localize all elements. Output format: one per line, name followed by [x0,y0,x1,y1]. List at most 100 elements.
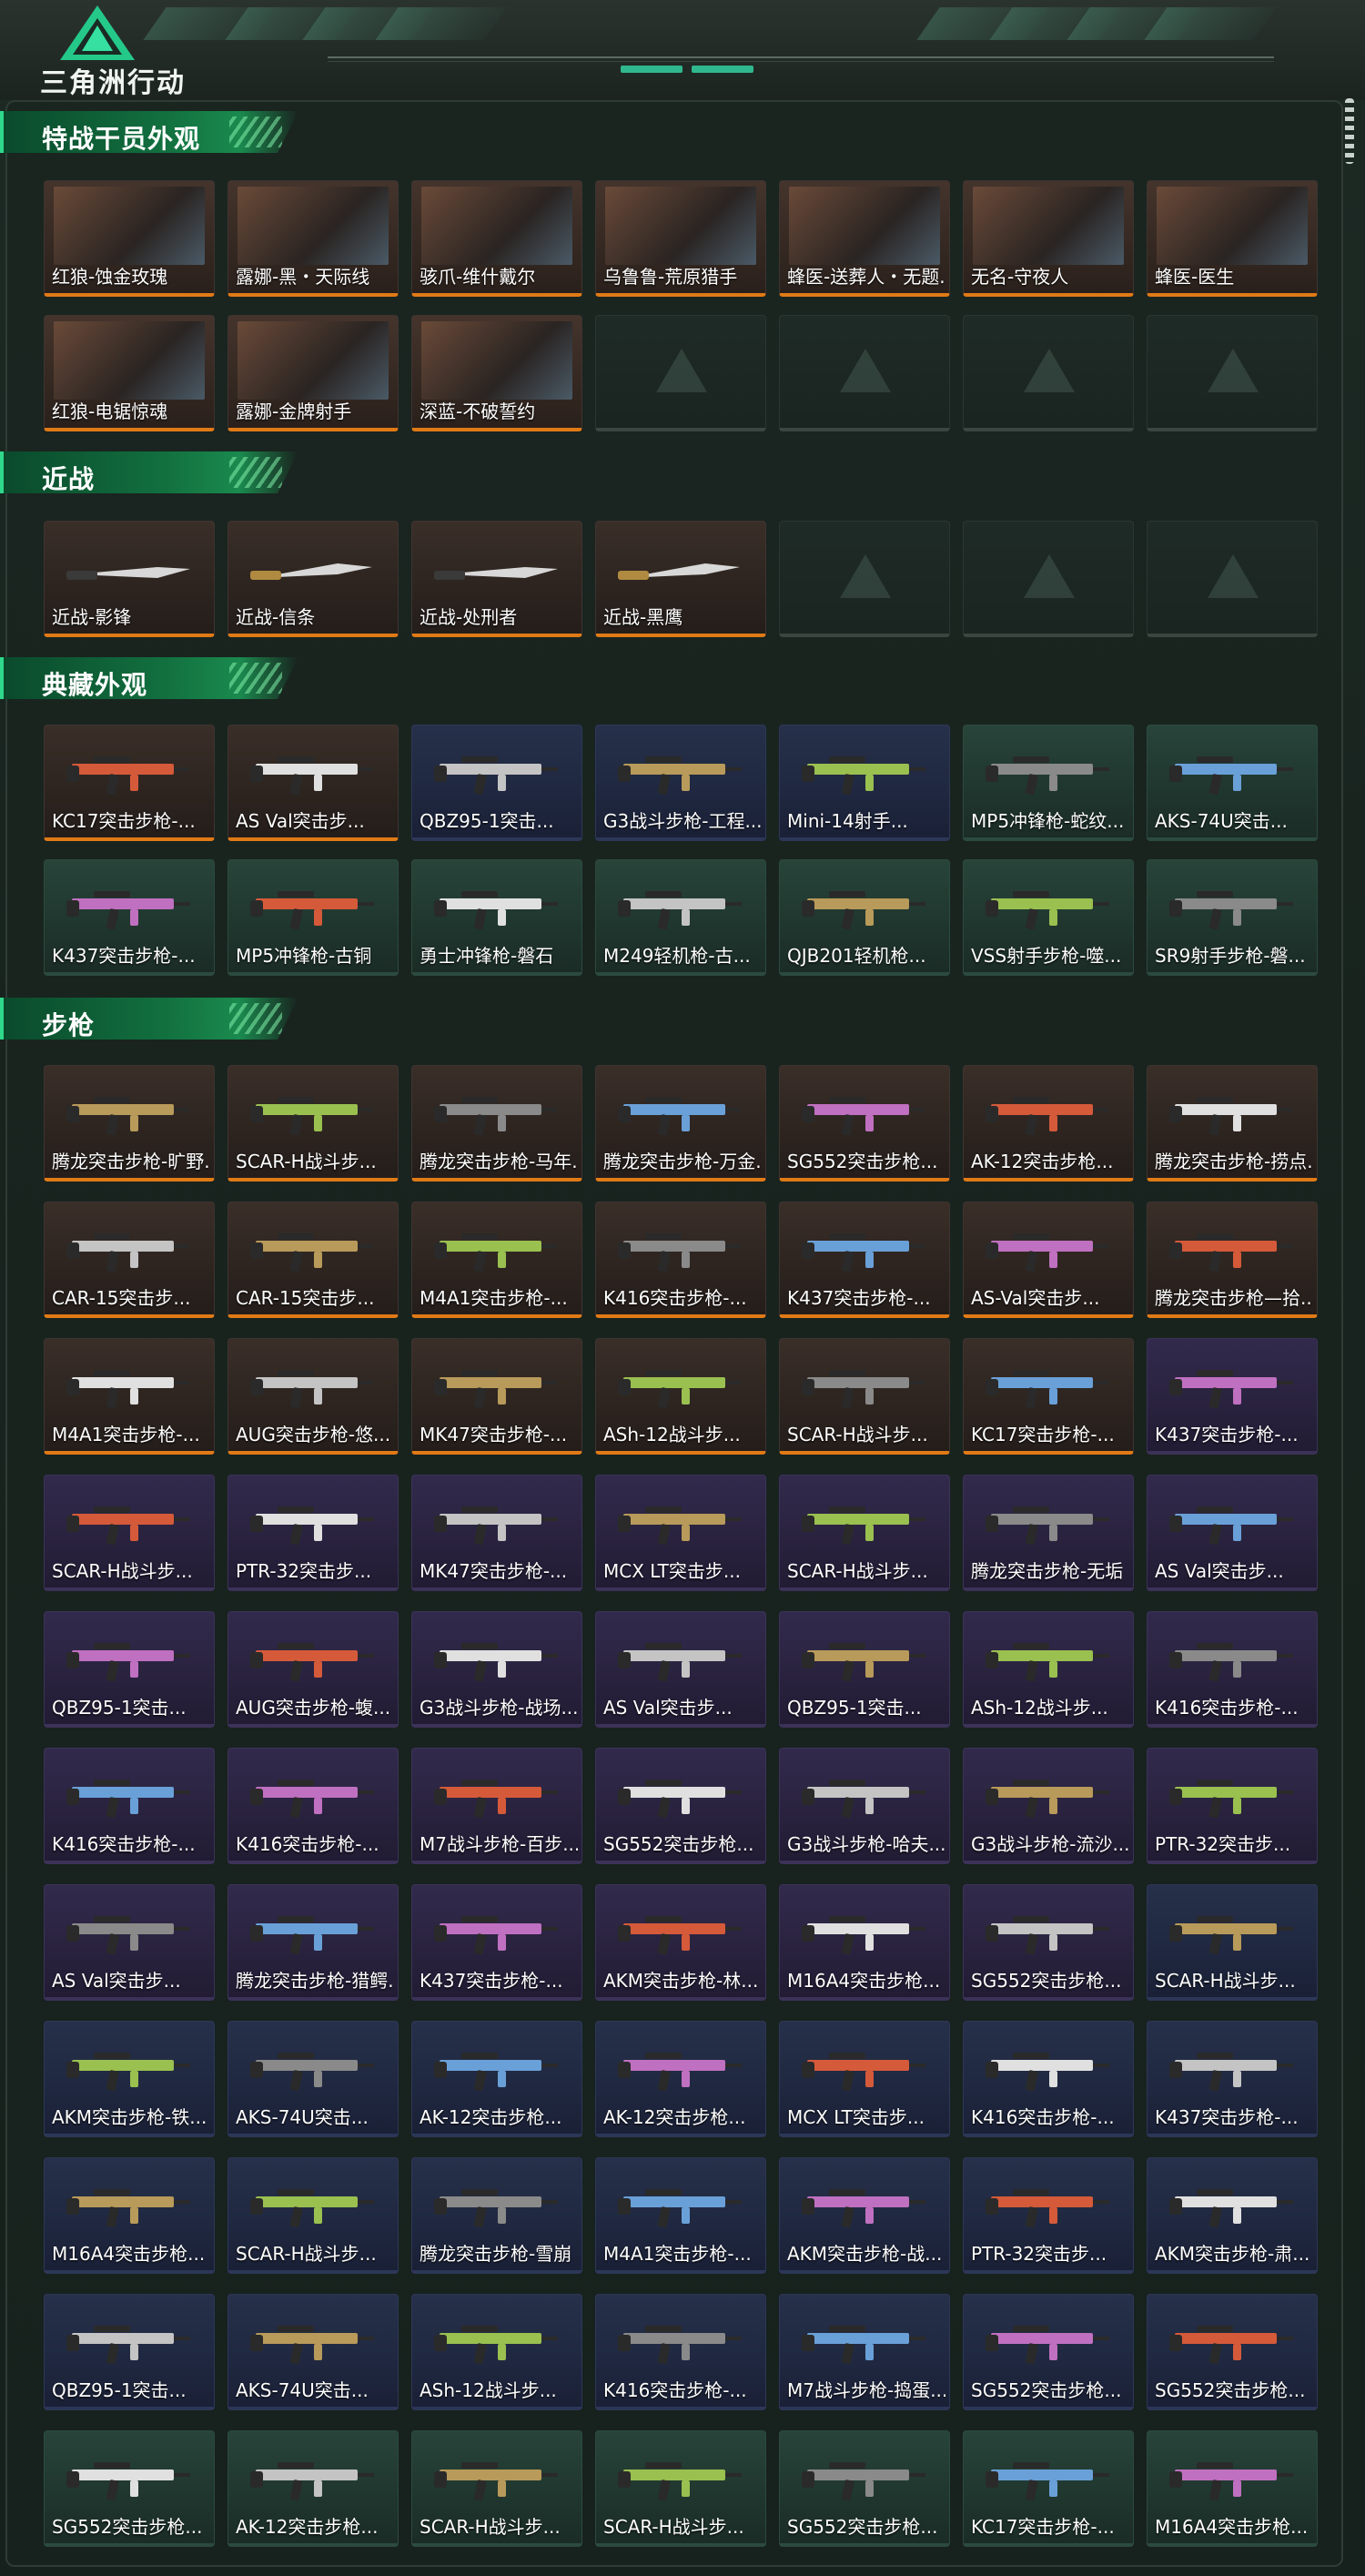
item-card[interactable]: MCX LT突击步... [779,2021,950,2137]
item-card[interactable]: AKS-74U突击... [1147,725,1318,841]
item-card[interactable]: M16A4突击步枪... [779,1884,950,2001]
item-card[interactable]: K416突击步枪-... [44,1748,215,1864]
item-card[interactable]: AKM突击步枪-铁... [44,2021,215,2137]
item-card[interactable]: SG552突击步枪... [963,2294,1134,2410]
item-card[interactable]: SCAR-H战斗步... [44,1475,215,1591]
item-card[interactable]: 红狼-电锯惊魂 [44,315,215,431]
item-card[interactable]: M4A1突击步枪-... [595,2157,766,2274]
item-card[interactable]: 红狼-蚀金玫瑰 [44,180,215,297]
item-card[interactable]: M7战斗步枪-捣蛋... [779,2294,950,2410]
item-card[interactable]: ASh-12战斗步... [411,2294,582,2410]
item-card[interactable]: AKM突击步枪-战... [779,2157,950,2274]
item-card[interactable]: SCAR-H战斗步... [1147,1884,1318,2001]
item-card[interactable]: 露娜-黑・天际线 [228,180,399,297]
item-card[interactable]: Mini-14射手... [779,725,950,841]
item-card[interactable]: KC17突击步枪-... [44,725,215,841]
item-card[interactable]: SCAR-H战斗步... [779,1475,950,1591]
item-card[interactable]: 近战-处刑者 [411,521,582,637]
item-card[interactable]: M4A1突击步枪-... [44,1338,215,1455]
item-card[interactable]: ASh-12战斗步... [595,1338,766,1455]
item-card[interactable]: SCAR-H战斗步... [228,1065,399,1182]
item-card[interactable]: SG552突击步枪... [963,1884,1134,2001]
item-card[interactable]: 腾龙突击步枪-捞点... [1147,1065,1318,1182]
item-card[interactable]: PTR-32突击步... [963,2157,1134,2274]
item-card[interactable]: K416突击步枪-... [1147,1611,1318,1728]
item-card[interactable]: SG552突击步枪... [1147,2294,1318,2410]
item-card[interactable]: AS Val突击步... [44,1884,215,2001]
item-card[interactable]: AS Val突击步... [1147,1475,1318,1591]
item-card[interactable]: 腾龙突击步枪—拾... [1147,1202,1318,1318]
item-card[interactable]: SG552突击步枪... [779,1065,950,1182]
item-card[interactable]: AK-12突击步枪... [228,2430,399,2547]
item-card[interactable]: PTR-32突击步... [228,1475,399,1591]
item-card[interactable]: 深蓝-不破誓约 [411,315,582,431]
item-card[interactable]: G3战斗步枪-战场... [411,1611,582,1728]
item-card[interactable]: 腾龙突击步枪-猎鳄... [228,1884,399,2001]
item-card[interactable]: 腾龙突击步枪-旷野... [44,1065,215,1182]
item-card[interactable]: QBZ95-1突击... [411,725,582,841]
item-card[interactable]: 腾龙突击步枪-万金... [595,1065,766,1182]
item-card[interactable]: M16A4突击步枪... [1147,2430,1318,2547]
item-card[interactable]: 近战-影锋 [44,521,215,637]
item-card[interactable]: K437突击步枪-... [1147,1338,1318,1455]
item-card[interactable]: MP5冲锋枪-蛇纹... [963,725,1134,841]
item-card[interactable]: G3战斗步枪-工程... [595,725,766,841]
item-card[interactable]: ASh-12战斗步... [963,1611,1134,1728]
item-card[interactable]: AS Val突击步... [228,725,399,841]
item-card[interactable]: 腾龙突击步枪-无垢 [963,1475,1134,1591]
item-card[interactable]: MP5冲锋枪-古铜 [228,859,399,976]
item-card[interactable]: CAR-15突击步... [228,1202,399,1318]
item-card[interactable]: QBZ95-1突击... [44,2294,215,2410]
item-card[interactable]: SCAR-H战斗步... [411,2430,582,2547]
item-card[interactable]: AUG突击步枪-悠... [228,1338,399,1455]
item-card[interactable]: 无名-守夜人 [963,180,1134,297]
item-card[interactable]: MCX LT突击步... [595,1475,766,1591]
item-card[interactable]: SG552突击步枪... [779,2430,950,2547]
item-card[interactable]: K437突击步枪-... [44,859,215,976]
item-card[interactable]: 近战-信条 [228,521,399,637]
item-card[interactable]: CAR-15突击步... [44,1202,215,1318]
item-card[interactable]: QJB201轻机枪... [779,859,950,976]
item-card[interactable]: VSS射手步枪-噬... [963,859,1134,976]
item-card[interactable]: AKM突击步枪-林... [595,1884,766,2001]
item-card[interactable]: AK-12突击步枪... [963,1065,1134,1182]
item-card[interactable]: SCAR-H战斗步... [595,2430,766,2547]
item-card[interactable]: AKS-74U突击... [228,2021,399,2137]
item-card[interactable]: K416突击步枪-... [595,1202,766,1318]
item-card[interactable]: G3战斗步枪-哈夫... [779,1748,950,1864]
item-card[interactable]: K437突击步枪-... [779,1202,950,1318]
item-card[interactable]: SG552突击步枪... [44,2430,215,2547]
item-card[interactable]: AKS-74U突击... [228,2294,399,2410]
item-card[interactable]: M7战斗步枪-百步... [411,1748,582,1864]
item-card[interactable]: 近战-黑鹰 [595,521,766,637]
item-card[interactable]: AK-12突击步枪... [411,2021,582,2137]
item-card[interactable]: 腾龙突击步枪-雪崩 [411,2157,582,2274]
item-card[interactable]: K416突击步枪-... [228,1748,399,1864]
item-card[interactable]: 骇爪-维什戴尔 [411,180,582,297]
item-card[interactable]: SR9射手步枪-磐... [1147,859,1318,976]
item-card[interactable]: SCAR-H战斗步... [779,1338,950,1455]
item-card[interactable]: 乌鲁鲁-荒原猎手 [595,180,766,297]
item-card[interactable]: AUG突击步枪-蝮... [228,1611,399,1728]
item-card[interactable]: 腾龙突击步枪-马年... [411,1065,582,1182]
item-card[interactable]: SCAR-H战斗步... [228,2157,399,2274]
item-card[interactable]: K437突击步枪-... [411,1884,582,2001]
item-card[interactable]: M16A4突击步枪... [44,2157,215,2274]
item-card[interactable]: 蜂医-医生 [1147,180,1318,297]
item-card[interactable]: QBZ95-1突击... [44,1611,215,1728]
item-card[interactable]: K416突击步枪-... [595,2294,766,2410]
item-card[interactable]: 勇士冲锋枪-磐石 [411,859,582,976]
item-card[interactable]: KC17突击步枪-... [963,1338,1134,1455]
item-card[interactable]: AK-12突击步枪... [595,2021,766,2137]
item-card[interactable]: 露娜-金牌射手 [228,315,399,431]
item-card[interactable]: PTR-32突击步... [1147,1748,1318,1864]
item-card[interactable]: KC17突击步枪-... [963,2430,1134,2547]
item-card[interactable]: G3战斗步枪-流沙... [963,1748,1134,1864]
item-card[interactable]: AS Val突击步... [595,1611,766,1728]
item-card[interactable]: M249轻机枪-古... [595,859,766,976]
scrollbar[interactable] [1345,98,1354,164]
item-card[interactable]: AKM突击步枪-肃... [1147,2157,1318,2274]
item-card[interactable]: K416突击步枪-... [963,2021,1134,2137]
item-card[interactable]: M4A1突击步枪-... [411,1202,582,1318]
item-card[interactable]: MK47突击步枪-... [411,1338,582,1455]
